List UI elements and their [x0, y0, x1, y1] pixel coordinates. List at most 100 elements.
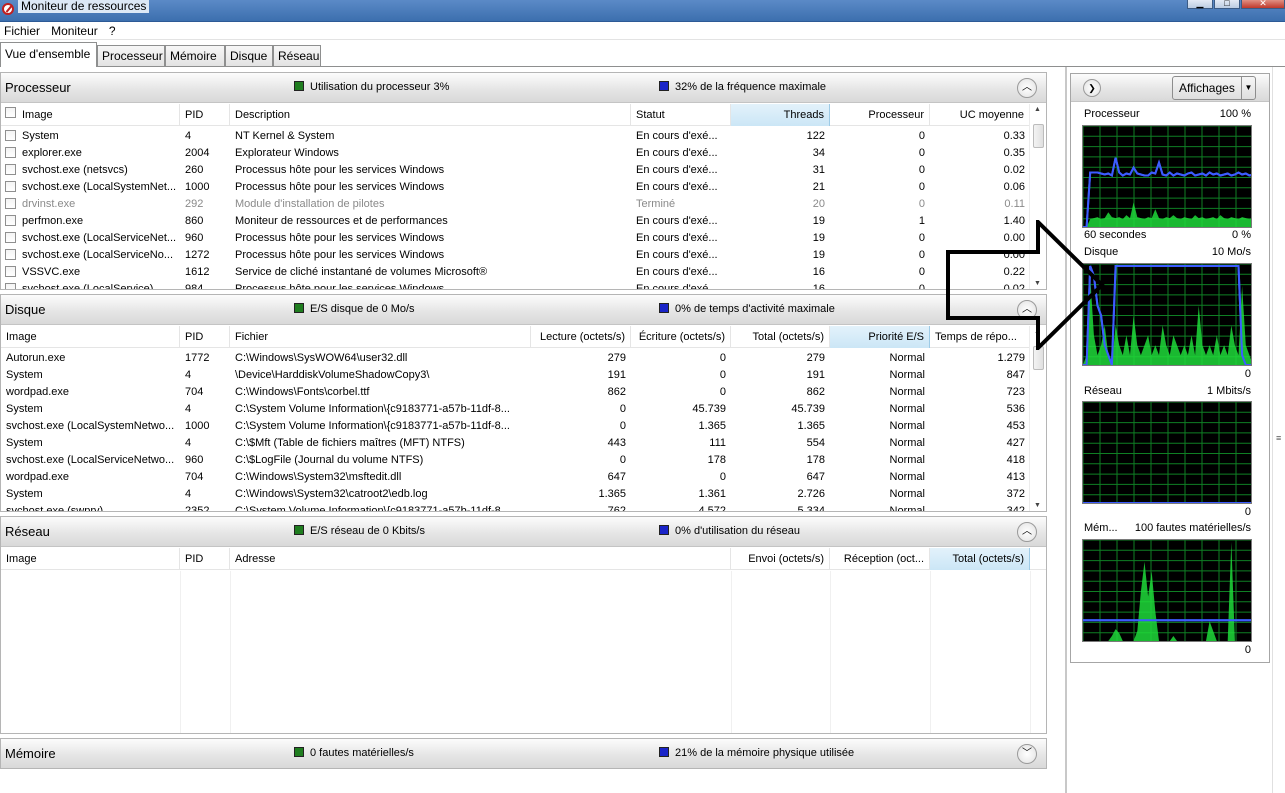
cell-threads: 20: [812, 198, 825, 210]
table-row[interactable]: svchost.exe (LocalService) 984 Processus h…: [1, 280, 1029, 289]
row-checkbox[interactable]: [5, 249, 16, 260]
table-row[interactable]: wordpad.exe 704 C:\Windows\System32\msfted…: [1, 468, 1029, 485]
cell-pid: 4: [185, 403, 192, 415]
col-file[interactable]: Fichier: [230, 326, 531, 348]
col-pid[interactable]: PID: [180, 326, 230, 348]
minimize-button[interactable]: ▁: [1187, 0, 1213, 9]
cell-processor: 0: [918, 283, 925, 289]
memory-section-header[interactable]: Mémoire 0 fautes matérielles/s 21% de la…: [1, 739, 1046, 768]
menu-fichier[interactable]: Fichier: [0, 22, 44, 38]
col-image[interactable]: Image: [1, 326, 180, 348]
table-row[interactable]: System 4 C:\$Mft (Table de fichiers maître…: [1, 434, 1029, 451]
vertical-scrollbar[interactable]: ▲ ▼: [1029, 326, 1046, 511]
col-threads[interactable]: Threads: [731, 104, 830, 126]
table-row[interactable]: System 4 C:\System Volume Information\{c91…: [1, 400, 1029, 417]
tab-processor[interactable]: Processeur: [97, 45, 165, 66]
table-row[interactable]: svchost.exe (LocalSystemNet... 1000 Proces…: [1, 178, 1029, 195]
chevron-right-icon[interactable]: ❯: [1083, 79, 1101, 97]
table-row[interactable]: svchost.exe (LocalSystemNetwo... 1000 C:\S…: [1, 417, 1029, 434]
disk-section-header[interactable]: Disque E/S disque de 0 Mo/s 0% de temps …: [1, 295, 1046, 325]
table-row[interactable]: System 4 NT Kernel & System En cours d'exé.…: [1, 127, 1029, 144]
col-pid[interactable]: PID: [180, 548, 230, 570]
col-image[interactable]: Image: [1, 104, 180, 126]
menu-help[interactable]: ?: [105, 22, 120, 38]
cell-total: 45.739: [791, 403, 825, 415]
col-total[interactable]: Total (octets/s): [930, 548, 1030, 570]
table-row[interactable]: svchost.exe (swprv) 2352 C:\System Volume …: [1, 502, 1029, 511]
row-checkbox[interactable]: [5, 181, 16, 192]
col-send[interactable]: Envoi (octets/s): [731, 548, 830, 570]
collapse-icon[interactable]: ︿: [1017, 78, 1037, 98]
table-row[interactable]: VSSVC.exe 1612 Service de cliché instantan…: [1, 263, 1029, 280]
close-button[interactable]: ✕: [1241, 0, 1285, 9]
chevron-down-icon[interactable]: ▼: [1241, 77, 1255, 99]
col-avg-cpu[interactable]: UC moyenne: [930, 104, 1030, 126]
tab-disk[interactable]: Disque: [225, 45, 273, 66]
cell-response-time: 1.279: [997, 352, 1025, 364]
table-row[interactable]: svchost.exe (LocalServiceNo... 1272 Proces…: [1, 246, 1029, 263]
arrow-outline: [946, 220, 1105, 350]
views-dropdown[interactable]: Affichages ▼: [1172, 76, 1256, 100]
table-row[interactable]: System 4 C:\Windows\System32\catroot2\edb.…: [1, 485, 1029, 502]
cell-processor: 0: [918, 266, 925, 278]
table-row[interactable]: drvinst.exe 292 Module d'installation de p…: [1, 195, 1029, 212]
table-row[interactable]: explorer.exe 2004 Explorateur Windows En co…: [1, 144, 1029, 161]
col-total[interactable]: Total (octets/s): [731, 326, 830, 348]
expand-icon[interactable]: ﹀: [1017, 744, 1037, 764]
col-status[interactable]: Statut: [631, 104, 731, 126]
table-row[interactable]: svchost.exe (LocalServiceNet... 960 Proces…: [1, 229, 1029, 246]
grip-icon: ≡: [1276, 433, 1282, 443]
tab-overview[interactable]: Vue d'ensemble: [0, 42, 97, 67]
cell-image: wordpad.exe: [6, 471, 69, 483]
row-checkbox[interactable]: [5, 215, 16, 226]
cell-processor: 0: [918, 198, 925, 210]
col-description[interactable]: Description: [230, 104, 631, 126]
tab-network[interactable]: Réseau: [273, 45, 321, 66]
cell-total: 1.365: [797, 420, 825, 432]
row-checkbox[interactable]: [5, 283, 16, 289]
cell-write: 0: [719, 386, 726, 398]
tab-memory[interactable]: Mémoire: [165, 45, 225, 66]
cell-pid: 1000: [185, 420, 210, 432]
cell-image: wordpad.exe: [6, 386, 69, 398]
col-address[interactable]: Adresse: [230, 548, 731, 570]
row-checkbox[interactable]: [5, 164, 16, 175]
col-write[interactable]: Écriture (octets/s): [631, 326, 731, 348]
row-checkbox[interactable]: [5, 232, 16, 243]
table-row[interactable]: svchost.exe (LocalServiceNetwo... 960 C:\$…: [1, 451, 1029, 468]
cell-description: Explorateur Windows: [235, 147, 339, 159]
table-row[interactable]: svchost.exe (netsvcs) 260 Processus hôte p…: [1, 161, 1029, 178]
network-section-header[interactable]: Réseau E/S réseau de 0 Kbits/s 0% d'util…: [1, 517, 1046, 547]
col-read[interactable]: Lecture (octets/s): [531, 326, 631, 348]
cell-io-priority: Normal: [889, 369, 925, 381]
maximize-button[interactable]: □: [1214, 0, 1240, 9]
collapse-icon[interactable]: ︿: [1017, 522, 1037, 542]
col-image[interactable]: Image: [1, 548, 180, 570]
select-all-checkbox[interactable]: [5, 107, 16, 118]
col-receive[interactable]: Réception (oct...: [830, 548, 930, 570]
section-title: Réseau: [5, 524, 50, 539]
col-pid[interactable]: PID: [180, 104, 230, 126]
cell-write: 0: [719, 369, 726, 381]
row-checkbox[interactable]: [5, 198, 16, 209]
column-header-row: Image PID Fichier Lecture (octets/s) Écr…: [1, 326, 1046, 348]
outer-scrollbar[interactable]: ≡: [1272, 67, 1285, 793]
processor-section-header[interactable]: Processeur Utilisation du processeur 3% …: [1, 73, 1046, 103]
table-row[interactable]: perfmon.exe 860 Moniteur de ressources et …: [1, 212, 1029, 229]
cell-status: En cours d'exé...: [636, 130, 718, 142]
pane-splitter[interactable]: [1065, 67, 1067, 793]
cell-read: 862: [607, 386, 626, 398]
table-row[interactable]: Autorun.exe 1772 C:\Windows\SysWOW64\user3…: [1, 349, 1029, 366]
cell-write: 111: [709, 437, 726, 449]
col-io-priority[interactable]: Priorité E/S: [830, 326, 930, 348]
cell-image: System: [22, 130, 59, 142]
table-row[interactable]: System 4 \Device\HarddiskVolumeShadowCopy3…: [1, 366, 1029, 383]
row-checkbox[interactable]: [5, 130, 16, 141]
col-processor[interactable]: Processeur: [830, 104, 930, 126]
row-checkbox[interactable]: [5, 266, 16, 277]
row-checkbox[interactable]: [5, 147, 16, 158]
table-row[interactable]: wordpad.exe 704 C:\Windows\Fonts\corbel.tt…: [1, 383, 1029, 400]
cell-pid: 292: [185, 198, 204, 210]
cell-total: 862: [806, 386, 825, 398]
menu-moniteur[interactable]: Moniteur: [47, 22, 102, 38]
